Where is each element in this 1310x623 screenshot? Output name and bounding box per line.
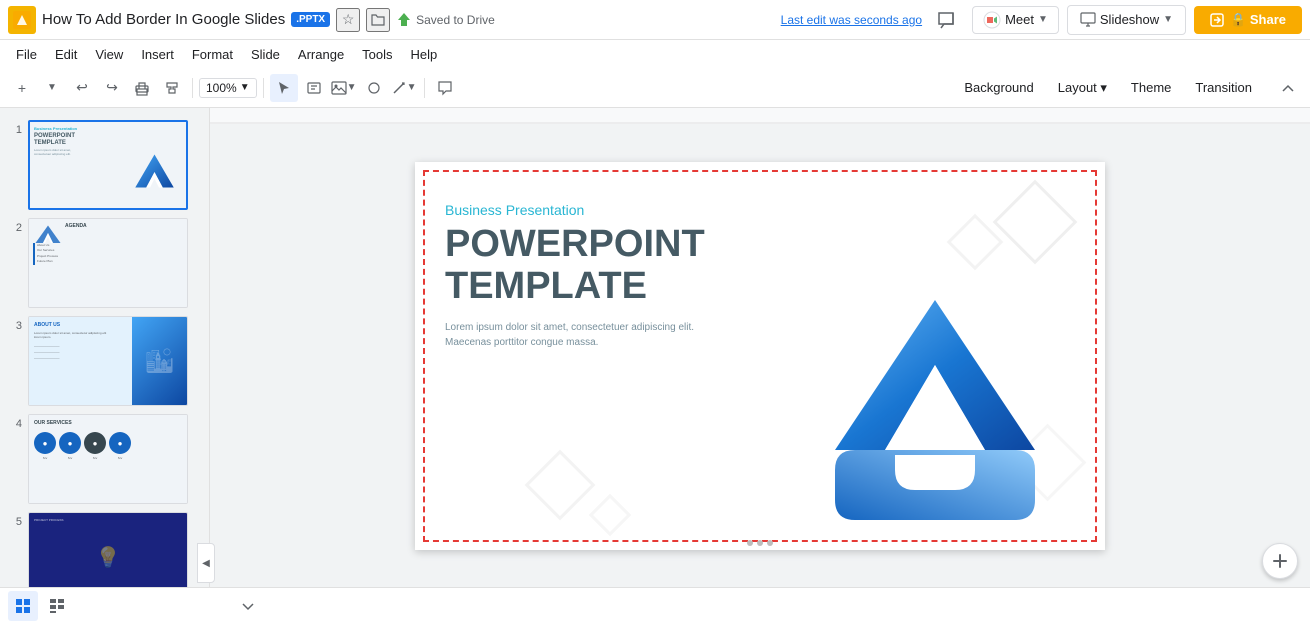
paint-format-button[interactable] xyxy=(158,74,186,102)
share-button[interactable]: 🔒 Share xyxy=(1194,6,1302,34)
slide-preview-1: Business Presentation POWERPOINTTEMPLATE… xyxy=(28,120,188,210)
collapse-notes-button[interactable] xyxy=(236,594,260,618)
print-button[interactable] xyxy=(128,74,156,102)
meet-button[interactable]: Meet ▼ xyxy=(972,6,1059,34)
slide-preview-3: ABOUT US Lorem ipsum dolor sit amet, con… xyxy=(28,316,188,406)
toolbar-right: Background Layout ▾ Theme Transition xyxy=(954,74,1302,102)
slide-thumb-1[interactable]: 1 Business Presentation POWERPOINTTEMPLA… xyxy=(0,116,209,214)
menu-format[interactable]: Format xyxy=(184,44,241,65)
slide-num-3: 3 xyxy=(8,316,22,332)
dot-2 xyxy=(757,540,763,546)
slideshow-button[interactable]: Slideshow ▼ xyxy=(1067,5,1186,35)
meet-label: Meet xyxy=(1005,12,1034,27)
document-title: How To Add Border In Google Slides xyxy=(42,11,285,28)
menu-file[interactable]: File xyxy=(8,44,45,65)
theme-button[interactable]: Theme xyxy=(1121,76,1181,99)
slide-main-content: Business Presentation POWERPOINT TEMPLAT… xyxy=(415,162,1105,370)
menu-insert[interactable]: Insert xyxy=(133,44,182,65)
folder-button[interactable] xyxy=(366,8,390,32)
slide-num-1: 1 xyxy=(8,120,22,136)
dot-1 xyxy=(747,540,753,546)
menu-arrange[interactable]: Arrange xyxy=(290,44,352,65)
slide-thumb-2[interactable]: 2 AGENDA About UsOur ServicesProje xyxy=(0,214,209,312)
slide-canvas-area: Business Presentation POWERPOINT TEMPLAT… xyxy=(210,124,1310,588)
share-label: 🔒 Share xyxy=(1230,12,1286,28)
menu-tools[interactable]: Tools xyxy=(354,44,400,65)
collapse-panel-button[interactable]: ◀ xyxy=(197,543,215,583)
header-right: Meet ▼ Slideshow ▼ 🔒 Share xyxy=(928,2,1302,38)
redo-button[interactable]: ↪ xyxy=(98,74,126,102)
slide-preview-2: AGENDA About UsOur ServicesProject Proce… xyxy=(28,218,188,308)
app-logo xyxy=(8,6,36,34)
slide-main-title: POWERPOINT TEMPLATE xyxy=(445,224,1075,308)
menu-bar: File Edit View Insert Format Slide Arran… xyxy=(0,40,1310,68)
text-box-tool[interactable] xyxy=(300,74,328,102)
bg-diamond-3 xyxy=(525,450,596,521)
slide-preview-4: OUR SERVICES ● ● ● ● Srv Srv Srv Srv xyxy=(28,414,188,504)
comment-tool[interactable] xyxy=(431,74,459,102)
transition-button[interactable]: Transition xyxy=(1185,76,1262,99)
bottom-bar xyxy=(0,587,1310,623)
menu-edit[interactable]: Edit xyxy=(47,44,85,65)
menu-view[interactable]: View xyxy=(87,44,131,65)
separator-2 xyxy=(263,78,264,98)
comments-button[interactable] xyxy=(928,2,964,38)
editor-area: for(let i=0; i<1100; i+=50) { document.c… xyxy=(210,108,1310,623)
slide-num-5: 5 xyxy=(8,512,22,528)
background-button[interactable]: Background xyxy=(954,76,1043,99)
star-button[interactable]: ☆ xyxy=(336,8,360,32)
dot-3 xyxy=(767,540,773,546)
slide-business-text: Business Presentation xyxy=(445,202,1075,218)
slide-lorem-text: Lorem ipsum dolor sit amet, consectetuer… xyxy=(445,320,705,350)
slideshow-label: Slideshow xyxy=(1100,12,1159,27)
slide-panel: 1 Business Presentation POWERPOINTTEMPLA… xyxy=(0,108,210,623)
grid-view-button[interactable] xyxy=(8,591,38,621)
shape-tool[interactable] xyxy=(360,74,388,102)
add-dropdown[interactable]: ▼ xyxy=(38,74,66,102)
undo-button[interactable]: ↩ xyxy=(68,74,96,102)
list-view-button[interactable] xyxy=(42,591,72,621)
separator-1 xyxy=(192,78,193,98)
add-slide-float-button[interactable] xyxy=(1262,543,1298,579)
separator-3 xyxy=(424,78,425,98)
cursor-tool[interactable] xyxy=(270,74,298,102)
collapse-toolbar-button[interactable] xyxy=(1274,74,1302,102)
slide-thumb-3[interactable]: 3 ABOUT US Lorem ipsum dolor sit amet, c… xyxy=(0,312,209,410)
bg-diamond-4 xyxy=(589,494,631,536)
saved-status: Saved to Drive xyxy=(396,12,495,28)
image-tool[interactable]: ▼ xyxy=(330,74,358,102)
menu-slide[interactable]: Slide xyxy=(243,44,288,65)
line-tool[interactable]: ▼ xyxy=(390,74,418,102)
add-button[interactable]: + xyxy=(8,74,36,102)
slide-canvas[interactable]: Business Presentation POWERPOINT TEMPLAT… xyxy=(415,162,1105,550)
main-layout: 1 Business Presentation POWERPOINTTEMPLA… xyxy=(0,108,1310,623)
layout-button[interactable]: Layout ▾ xyxy=(1048,76,1117,100)
canvas-pagination-dots xyxy=(743,536,777,550)
ruler-top: for(let i=0; i<1100; i+=50) { document.c… xyxy=(210,108,1310,124)
toolbar: + ▼ ↩ ↪ 100% ▼ ▼ ▼ Background Layout ▾ T… xyxy=(0,68,1310,108)
last-edit-text[interactable]: Last edit was seconds ago xyxy=(781,13,922,27)
menu-help[interactable]: Help xyxy=(403,44,446,65)
slide-num-2: 2 xyxy=(8,218,22,234)
title-bar: How To Add Border In Google Slides .PPTX… xyxy=(0,0,1310,40)
slide-num-4: 4 xyxy=(8,414,22,430)
slide-thumb-4[interactable]: 4 OUR SERVICES ● ● ● ● Srv Srv Srv Srv xyxy=(0,410,209,508)
file-type-badge: .PPTX xyxy=(291,12,330,27)
zoom-control[interactable]: 100% ▼ xyxy=(199,78,257,98)
